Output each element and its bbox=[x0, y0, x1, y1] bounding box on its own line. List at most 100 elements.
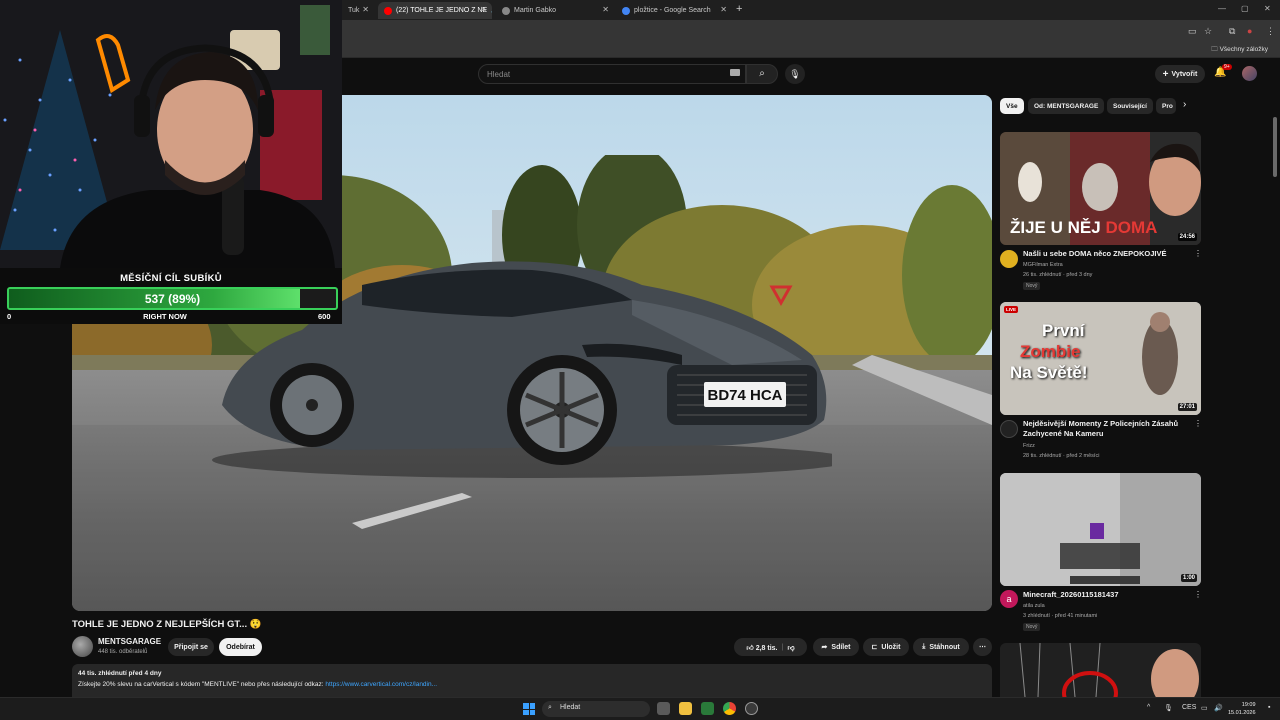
rec-thumbnail-1[interactable]: ŽIJE U NĚJ DOMA 24:56 bbox=[1000, 132, 1201, 245]
close-icon[interactable]: ✕ bbox=[720, 5, 727, 14]
like-button[interactable]: 👍︎ 2,8 tis. bbox=[746, 643, 777, 652]
rec-title-2[interactable]: Nejděsivější Momenty Z Policejních Zásah… bbox=[1023, 419, 1183, 439]
youtube-icon bbox=[384, 6, 392, 15]
channel-name[interactable]: MENTSGARAGE bbox=[98, 637, 161, 646]
keyboard-icon[interactable] bbox=[730, 69, 740, 76]
rec-thumbnail-2[interactable]: LIVE První Zombie Na Světě! 27:01 bbox=[1000, 302, 1201, 415]
language-indicator[interactable]: CES bbox=[1182, 704, 1196, 711]
rec-thumbnail-4[interactable] bbox=[1000, 643, 1201, 697]
chevron-right-icon[interactable]: › bbox=[1183, 99, 1186, 110]
rec-title-3[interactable]: Minecraft_20260115181437 bbox=[1023, 590, 1183, 600]
windows-start-icon[interactable] bbox=[523, 703, 535, 715]
tray-volume-icon[interactable]: 🔊 bbox=[1214, 704, 1223, 712]
create-button[interactable]: + Vytvořit bbox=[1155, 65, 1205, 83]
google-icon bbox=[622, 6, 630, 15]
share-button[interactable]: ➦ Sdílet bbox=[813, 638, 859, 656]
duration-badge: 27:01 bbox=[1177, 403, 1197, 411]
rec-new-badge-1: Nový bbox=[1023, 282, 1041, 290]
notifications-icon[interactable]: ▪ bbox=[1268, 704, 1270, 711]
save-button[interactable]: ⊏ Uložit bbox=[863, 638, 909, 656]
chip-related[interactable]: Související bbox=[1107, 98, 1153, 114]
tab-youtube-1[interactable]: Tuk ✕ bbox=[342, 2, 374, 19]
tab-video-active[interactable]: (22) TOHLE JE JEDNO Z NE 🔊 ✕ bbox=[378, 2, 492, 19]
thumb-caption-red: DOMA bbox=[1105, 218, 1158, 237]
taskbar-search[interactable]: ⌕ Hledat bbox=[542, 701, 650, 717]
tab-label: pložtice - Google Search bbox=[634, 7, 711, 14]
tray-mic-icon[interactable]: 🎙 bbox=[1164, 704, 1173, 712]
subscribe-button[interactable]: Odebírat bbox=[219, 638, 262, 656]
description-text: Získejte 20% slevu na carVertical s kóde… bbox=[78, 681, 437, 688]
more-actions-button[interactable]: ⋯ bbox=[973, 638, 992, 656]
description-link[interactable]: https://www.carvertical.com/cz/landin... bbox=[325, 681, 437, 688]
rec-channel-avatar-1[interactable] bbox=[1000, 250, 1018, 268]
dislike-button[interactable]: 👎︎ bbox=[787, 643, 794, 652]
new-tab-button[interactable]: + bbox=[736, 3, 742, 15]
rec-more-icon-1[interactable]: ⋮ bbox=[1194, 249, 1202, 258]
scrollbar-thumb[interactable] bbox=[1273, 117, 1277, 177]
cast-icon[interactable]: ▭ bbox=[1188, 26, 1197, 37]
download-button[interactable]: ⤓ Stáhnout bbox=[913, 638, 969, 656]
user-avatar[interactable] bbox=[1242, 66, 1257, 81]
streamer-webcam bbox=[0, 0, 342, 268]
close-icon[interactable]: ✕ bbox=[362, 5, 369, 14]
divider: | bbox=[781, 643, 784, 651]
screen: Tuk ✕ (22) TOHLE JE JEDNO Z NE 🔊 ✕ Marti… bbox=[0, 0, 1280, 720]
rec-channel-avatar-2[interactable] bbox=[1000, 420, 1018, 438]
goal-value: 537 (89%) bbox=[144, 292, 201, 306]
app-icon[interactable] bbox=[745, 702, 758, 715]
minimize-button[interactable]: — bbox=[1218, 4, 1226, 13]
page-scrollbar[interactable] bbox=[1273, 95, 1278, 695]
taskbar-search-label: Hledat bbox=[560, 704, 581, 711]
chip-channel[interactable]: Od: MENTSGARAGE bbox=[1028, 98, 1105, 114]
close-window-button[interactable]: ✕ bbox=[1264, 4, 1271, 13]
extensions-icon[interactable]: ⧉ bbox=[1229, 26, 1235, 37]
chrome-icon[interactable] bbox=[723, 702, 736, 715]
thumb-caption-white: ŽIJE U NĚJ bbox=[1010, 218, 1101, 237]
tray-chevron-icon[interactable]: ^ bbox=[1147, 704, 1150, 711]
profile-icon[interactable]: ● bbox=[1247, 26, 1252, 36]
tab-martin-gabko[interactable]: Martin Gabko ✕ bbox=[496, 2, 614, 19]
bookmark-icon: ⊏ bbox=[871, 644, 878, 651]
chip-all[interactable]: Vše bbox=[1000, 98, 1024, 114]
search-icon: ⌕ bbox=[548, 704, 552, 711]
rec-channel-avatar-3[interactable]: a bbox=[1000, 590, 1018, 608]
taskbar-clock[interactable]: 19:09 15.01.2026 bbox=[1228, 701, 1256, 717]
maximize-button[interactable]: ▢ bbox=[1241, 4, 1249, 13]
rec-channel-1[interactable]: MGFilman Extra bbox=[1023, 262, 1063, 268]
rec-meta-2: 28 tis. zhlédnutí · před 2 měsíci bbox=[1023, 453, 1100, 459]
chip-for-you[interactable]: Pro bbox=[1156, 98, 1176, 114]
close-icon[interactable]: ✕ bbox=[602, 5, 609, 14]
microphone-icon: 🎙 bbox=[789, 69, 801, 79]
like-count: 2,8 tis. bbox=[755, 644, 778, 652]
rec-more-icon-2[interactable]: ⋮ bbox=[1194, 419, 1202, 428]
video-title: TOHLE JE JEDNO Z NEJLEPŠÍCH GT... 😲 bbox=[72, 619, 262, 630]
thumb-caption-line1: První bbox=[1042, 321, 1085, 340]
search-input[interactable]: Hledat bbox=[478, 64, 746, 84]
store-icon[interactable] bbox=[701, 702, 714, 715]
tab-google-search[interactable]: pložtice - Google Search ✕ bbox=[616, 2, 732, 19]
thumbs-down-icon: 👎︎ bbox=[787, 644, 795, 652]
bookmark-star-icon[interactable]: ☆ bbox=[1204, 26, 1212, 37]
save-label: Uložit bbox=[881, 643, 901, 651]
close-icon[interactable]: ✕ bbox=[480, 5, 487, 14]
tray-network-icon[interactable]: ▭ bbox=[1201, 704, 1208, 712]
rec-channel-3[interactable]: atila zula bbox=[1023, 603, 1045, 609]
file-explorer-icon[interactable] bbox=[679, 702, 692, 715]
rec-thumbnail-3[interactable]: 1:00 bbox=[1000, 473, 1201, 586]
webcam-scene bbox=[0, 0, 342, 268]
rec-more-icon-3[interactable]: ⋮ bbox=[1194, 590, 1202, 599]
rec-channel-2[interactable]: Frizz bbox=[1023, 443, 1035, 449]
voice-search-button[interactable]: 🎙 bbox=[785, 64, 805, 84]
all-bookmarks-link[interactable]: 🗀 Všechny záložky bbox=[1211, 45, 1268, 56]
join-button[interactable]: Připojit se bbox=[168, 638, 214, 656]
description-meta: 44 tis. zhlédnutí před 4 dny bbox=[78, 670, 162, 677]
rec-title-1[interactable]: Našli u sebe DOMA něco ZNEPOKOJIVÉ bbox=[1023, 249, 1183, 259]
channel-avatar[interactable] bbox=[72, 636, 93, 657]
download-label: Stáhnout bbox=[929, 643, 960, 651]
notification-badge: 9+ bbox=[1222, 64, 1232, 70]
search-button[interactable]: ⌕ bbox=[746, 64, 778, 84]
menu-dots-icon[interactable]: ⋮ bbox=[1266, 26, 1275, 37]
task-view-icon[interactable] bbox=[657, 702, 670, 715]
thumb-caption-line2: Zombie bbox=[1020, 342, 1081, 361]
thumb-caption-2: První Zombie Na Světě! bbox=[1010, 320, 1087, 383]
